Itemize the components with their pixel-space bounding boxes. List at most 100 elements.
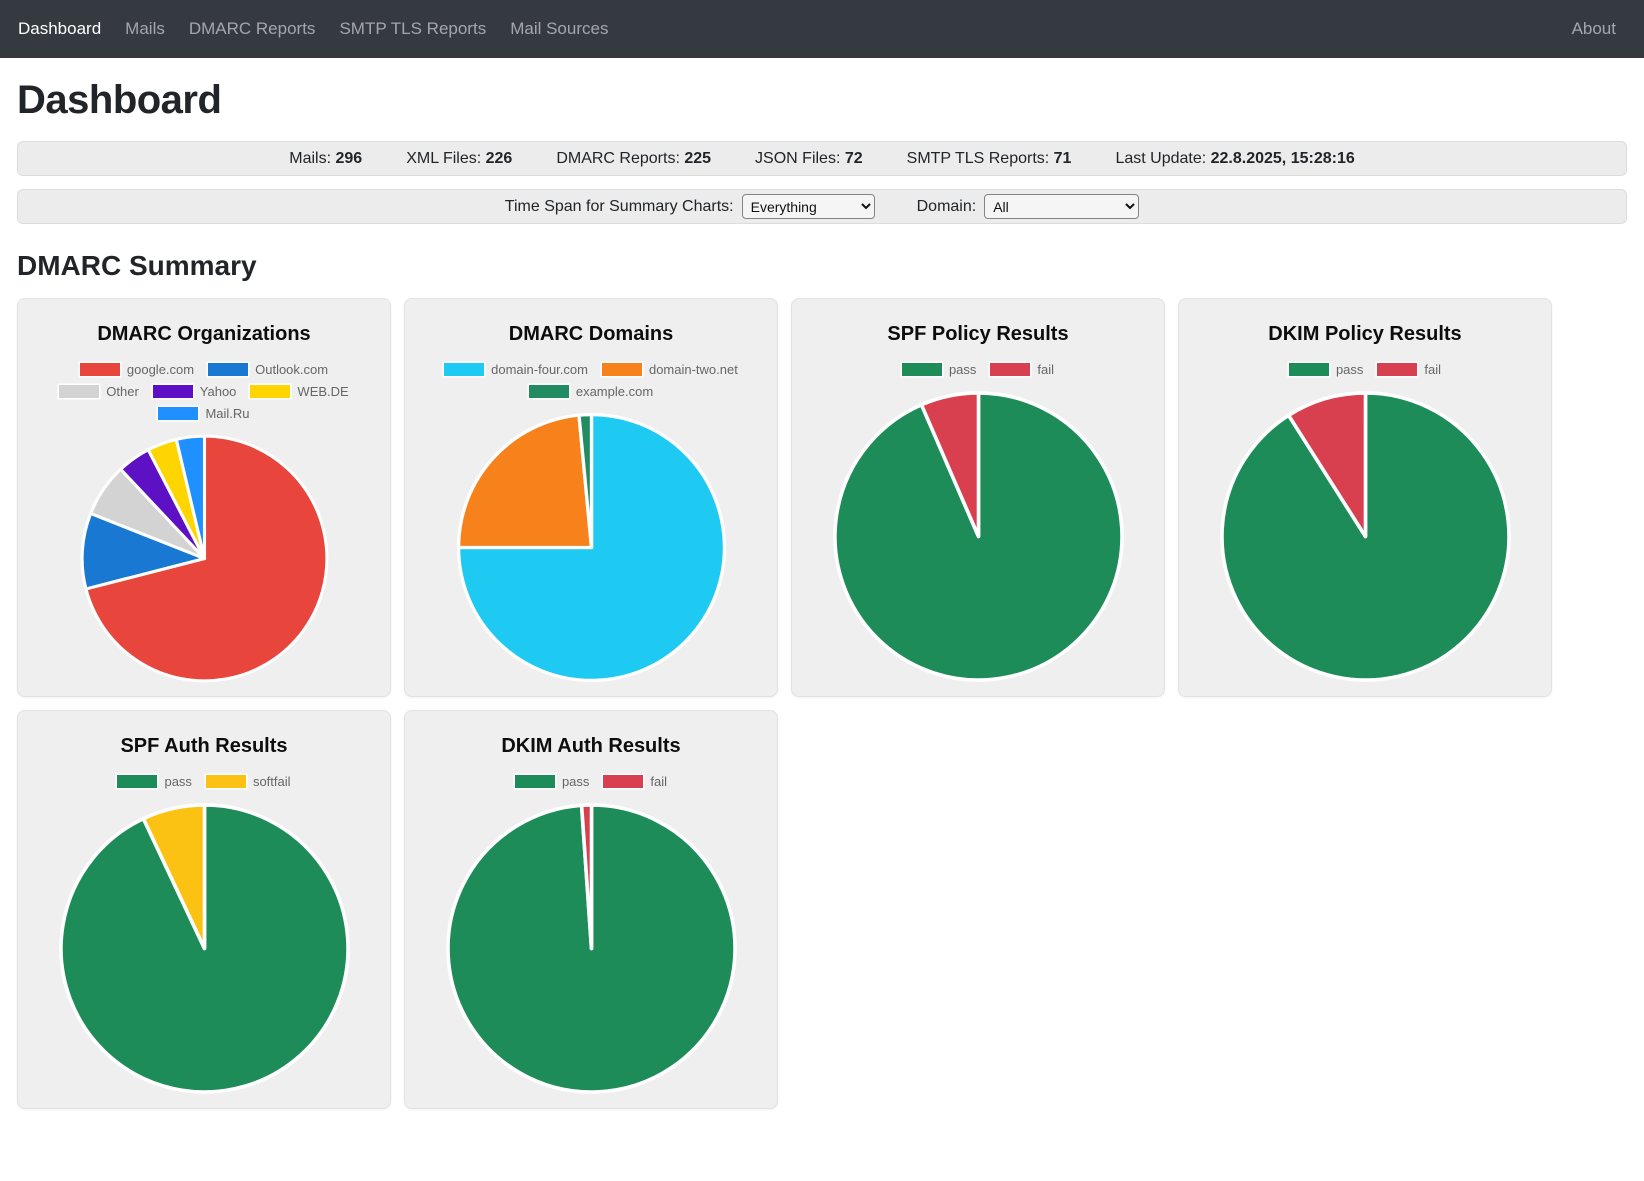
legend-swatch [444,363,484,376]
legend-label: fail [650,774,667,789]
legend-row: domain-four.com domain-two.net [417,362,765,377]
chart-legend: pass fail [417,774,765,789]
legend-swatch [902,363,942,376]
chart-title: SPF Auth Results [30,735,378,758]
pie-chart-dkim-auth-results [442,799,741,1098]
legend-label: fail [1037,362,1054,377]
legend-item-softfail[interactable]: softfail [206,774,291,789]
legend-swatch [250,385,290,398]
legend-label: pass [949,362,976,377]
legend-swatch [208,363,248,376]
legend-row: pass softfail [30,774,378,789]
legend-item-pass[interactable]: pass [117,774,191,789]
legend-swatch [59,385,99,398]
pie-area [30,425,378,688]
legend-item-fail[interactable]: fail [1377,362,1441,377]
dmarc-summary-heading: DMARC Summary [17,250,1627,282]
pie-slice-domain-two-net [458,415,591,547]
legend-label: Mail.Ru [205,406,249,421]
chart-legend: google.com Outlook.com Other Yahoo WEB.DEMai… [30,362,378,421]
pie-area [804,381,1152,688]
filter-bar: Time Span for Summary Charts: Everything… [17,189,1627,224]
legend-label: example.com [576,384,653,399]
legend-item-pass[interactable]: pass [902,362,976,377]
legend-row: pass fail [417,774,765,789]
nav-item-dashboard[interactable]: Dashboard [6,19,113,39]
chart-card-dkim-policy-results: DKIM Policy Results pass fail [1178,298,1552,697]
navbar-links: DashboardMailsDMARC ReportsSMTP TLS Repo… [6,19,620,39]
summary-charts-grid: DMARC Organizationsgoogle.comOutlook.com… [17,298,1627,1129]
legend-label: fail [1424,362,1441,377]
legend-row: pass fail [1191,362,1539,377]
chart-title: DKIM Auth Results [417,735,765,758]
chart-title: SPF Policy Results [804,323,1152,346]
legend-item-pass[interactable]: pass [1289,362,1363,377]
legend-item-other[interactable]: Other [59,384,139,399]
pie-chart-dmarc-domains [453,409,730,686]
legend-swatch [515,775,555,788]
legend-label: Outlook.com [255,362,328,377]
legend-swatch [117,775,157,788]
stat-last-update: Last Update: 22.8.2025, 15:28:16 [1115,150,1354,168]
legend-row: google.com Outlook.com [30,362,378,377]
legend-item-fail[interactable]: fail [990,362,1054,377]
pie-area [417,403,765,688]
stat-smtp-tls-reports: SMTP TLS Reports: 71 [907,150,1072,168]
legend-swatch [1289,363,1329,376]
nav-item-smtp-tls-reports[interactable]: SMTP TLS Reports [327,19,498,39]
page-container: Dashboard Mails: 296XML Files: 226DMARC … [0,78,1644,1129]
nav-item-mail-sources[interactable]: Mail Sources [498,19,620,39]
legend-item-yahoo[interactable]: Yahoo [153,384,237,399]
time-span-filter-group: Time Span for Summary Charts: Everything [505,194,875,219]
legend-label: domain-four.com [491,362,588,377]
time-span-select[interactable]: Everything [742,194,875,219]
nav-item-dmarc-reports[interactable]: DMARC Reports [177,19,328,39]
time-span-label: Time Span for Summary Charts: [505,198,734,216]
legend-label: domain-two.net [649,362,738,377]
legend-swatch [153,385,193,398]
legend-item-pass[interactable]: pass [515,774,589,789]
top-navbar: DashboardMailsDMARC ReportsSMTP TLS Repo… [0,0,1644,58]
legend-item-example-com[interactable]: example.com [529,384,653,399]
pie-chart-dkim-policy-results [1216,387,1515,686]
legend-swatch [602,363,642,376]
legend-swatch [1377,363,1417,376]
legend-item-google-com[interactable]: google.com [80,362,194,377]
legend-item-mail-ru[interactable]: Mail.Ru [158,406,249,421]
stat-mails: Mails: 296 [289,150,362,168]
legend-item-fail[interactable]: fail [603,774,667,789]
nav-item-about[interactable]: About [1560,19,1628,39]
chart-legend: pass fail [804,362,1152,377]
legend-swatch [80,363,120,376]
legend-item-domain-four-com[interactable]: domain-four.com [444,362,588,377]
legend-swatch [603,775,643,788]
legend-row: Other Yahoo WEB.DE [30,384,378,399]
legend-label: Yahoo [200,384,237,399]
stat-dmarc-reports: DMARC Reports: 225 [556,150,711,168]
legend-swatch [529,385,569,398]
legend-label: Other [106,384,139,399]
pie-area [30,793,378,1100]
chart-card-dmarc-domains: DMARC Domainsdomain-four.comdomain-two.n… [404,298,778,697]
stats-bar: Mails: 296XML Files: 226DMARC Reports: 2… [17,141,1627,176]
legend-item-domain-two-net[interactable]: domain-two.net [602,362,738,377]
legend-label: pass [562,774,589,789]
chart-legend: domain-four.com domain-two.net example.com [417,362,765,399]
legend-label: pass [1336,362,1363,377]
domain-select[interactable]: All [984,194,1139,219]
chart-title: DKIM Policy Results [1191,323,1539,346]
chart-card-dkim-auth-results: DKIM Auth Results pass fail [404,710,778,1109]
page-title: Dashboard [17,78,1627,123]
legend-swatch [158,407,198,420]
pie-chart-spf-auth-results [55,799,354,1098]
pie-chart-spf-policy-results [829,387,1128,686]
chart-legend: pass softfail [30,774,378,789]
legend-swatch [206,775,246,788]
legend-row: example.com [417,384,765,399]
legend-label: google.com [127,362,194,377]
legend-item-outlook-com[interactable]: Outlook.com [208,362,328,377]
legend-item-web-de[interactable]: WEB.DE [250,384,348,399]
nav-item-mails[interactable]: Mails [113,19,177,39]
legend-row: Mail.Ru [30,406,378,421]
chart-card-spf-auth-results: SPF Auth Results pass softfail [17,710,391,1109]
